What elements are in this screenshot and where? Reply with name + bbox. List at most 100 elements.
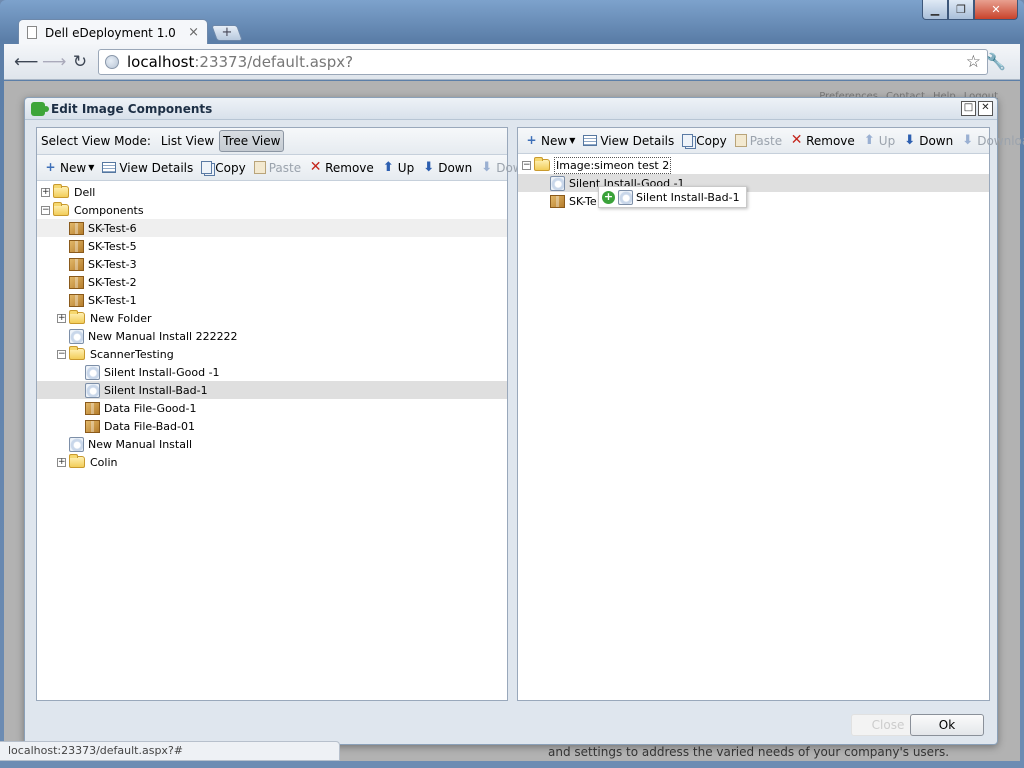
tree-node-dell[interactable]: + Dell [37,183,507,201]
package-icon [69,293,84,307]
copy-icon [682,134,694,147]
down-button[interactable]: ⬇ Down [419,161,475,175]
collapse-minus-icon[interactable]: − [41,205,50,215]
browser-tab[interactable]: Dell eDeployment 1.0 × [18,19,208,45]
details-icon [583,135,598,146]
globe-icon [105,55,119,69]
forward-arrow-icon[interactable]: ⟶ [42,52,66,72]
package-icon [69,275,84,289]
tree-node-silent-install-bad-1[interactable]: Silent Install-Bad-1 [37,381,507,399]
remove-label: Remove [806,133,855,148]
close-dialog-button[interactable]: ✕ [978,101,993,116]
dropdown-caret-icon: ▼ [88,163,95,172]
tree-node-sk-test-6[interactable]: SK-Test-6 [37,219,507,237]
down-button[interactable]: ⬇ Down [900,134,956,148]
installer-icon [69,328,84,344]
down-label: Down [438,160,473,175]
tree-node-data-file-good-1[interactable]: Data File-Good-1 [37,399,507,417]
ok-button[interactable]: Ok [910,714,984,736]
up-button[interactable]: ⬆ Up [379,161,417,175]
bookmark-star-icon[interactable]: ☆ [966,52,981,72]
folder-icon [69,310,85,324]
tree-node-new-folder[interactable]: + New Folder [37,309,507,327]
view-details-label: View Details [119,160,194,175]
tree-node-label: Data File-Bad-01 [104,419,195,433]
left-toolbar: + New ▼ View Details Copy Paste ✕ Remove ⬆ U… [37,155,556,181]
dialog-header[interactable]: Edit Image Components [25,98,997,120]
view-details-button[interactable]: View Details [99,161,196,175]
remove-button[interactable]: ✕ Remove [787,132,858,148]
drag-proxy: + Silent Install-Bad-1 [598,186,747,208]
download-arrow-icon: ⬇ [962,133,974,148]
plus-icon: + [45,160,56,174]
remove-button[interactable]: ✕ Remove [306,159,377,175]
view-details-button[interactable]: View Details [580,134,677,148]
back-arrow-icon[interactable]: ⟵ [14,52,38,72]
new-button[interactable]: + New ▼ [522,134,578,148]
tree-node-label: SK-Test-5 [88,239,137,253]
remove-label: Remove [325,160,374,175]
expand-plus-icon[interactable]: + [57,313,66,323]
copy-button[interactable]: Copy [198,161,248,175]
new-button[interactable]: + New ▼ [41,161,97,175]
tree-node-label: SK-Test-6 [88,221,137,235]
collapse-minus-icon[interactable]: − [57,349,66,359]
wrench-icon[interactable]: 🔧 [986,52,1006,71]
tree-node-data-file-bad-01[interactable]: Data File-Bad-01 [37,417,507,435]
collapse-minus-icon[interactable]: − [522,160,531,170]
expand-plus-icon[interactable]: + [57,457,66,467]
installer-icon [618,189,633,205]
tree-node-sk-test[interactable]: SK-Te [518,192,989,210]
remove-x-icon: ✕ [790,132,803,148]
tree-node-label: Image:simeon test 2 [554,156,672,174]
tree-node-label: Data File-Good-1 [104,401,197,415]
new-tab-button[interactable]: + [211,25,243,41]
image-components-panel: + New ▼ View Details Copy Paste ✕ Remove ⬆ U… [517,127,1024,701]
tree-node-new-manual-install-222222[interactable]: New Manual Install 222222 [37,327,507,345]
tree-node-scannertesting[interactable]: − ScannerTesting [37,345,507,363]
tree-node-sk-test-1[interactable]: SK-Test-1 [37,291,507,309]
expand-plus-icon[interactable]: + [41,187,50,197]
paste-button[interactable]: Paste [732,134,785,148]
tree-node-image-root[interactable]: − Image:simeon test 2 [518,156,989,174]
up-button[interactable]: ⬆ Up [860,134,898,148]
tree-node-sk-test-2[interactable]: SK-Test-2 [37,273,507,291]
folder-open-icon [534,157,550,171]
paste-button[interactable]: Paste [251,161,304,175]
remove-x-icon: ✕ [309,159,322,175]
tree-node-silent-install-good-1[interactable]: Silent Install-Good -1 [37,363,507,381]
installer-icon [85,364,100,380]
tree-node-sk-test-5[interactable]: SK-Test-5 [37,237,507,255]
package-icon [550,194,565,208]
tree-node-colin[interactable]: + Colin [37,453,507,471]
tree-node-components[interactable]: − Components [37,201,507,219]
tree-node-label: Components [74,203,144,217]
window-bottom-border [0,761,1024,768]
close-tab-icon[interactable]: × [188,25,199,40]
dialog-tools: □ ✕ [961,101,993,116]
reload-icon[interactable]: ↻ [70,52,90,72]
tree-node-label: Dell [74,185,96,199]
tree-node-label: Colin [90,455,118,469]
dropdown-caret-icon: ▼ [569,136,576,145]
download-label: Download [977,133,1024,148]
tree-node-silent-install-good-1[interactable]: Silent Install-Good -1 [518,174,989,192]
folder-open-icon [69,346,85,360]
download-button[interactable]: ⬇Download [958,134,1024,148]
minimize-button[interactable]: ▁ [922,0,948,20]
tree-node-label: Silent Install-Bad-1 [104,383,208,397]
close-window-button[interactable]: ✕ [974,0,1018,20]
url-host: localhost [127,53,195,71]
copy-label: Copy [696,133,727,148]
new-label: New [60,160,87,175]
list-view-button[interactable]: List View [157,130,218,152]
tree-node-label: New Manual Install 222222 [88,329,238,343]
maximize-dialog-button[interactable]: □ [961,101,976,116]
tree-view-button[interactable]: Tree View [219,130,285,152]
maximize-button[interactable]: ❐ [948,0,974,20]
tree-node-sk-test-3[interactable]: SK-Test-3 [37,255,507,273]
tree-node-label: SK-Test-3 [88,257,137,271]
address-bar[interactable]: localhost:23373/default.aspx? ☆ [98,49,988,75]
copy-button[interactable]: Copy [679,134,729,148]
tree-node-new-manual-install[interactable]: New Manual Install [37,435,507,453]
